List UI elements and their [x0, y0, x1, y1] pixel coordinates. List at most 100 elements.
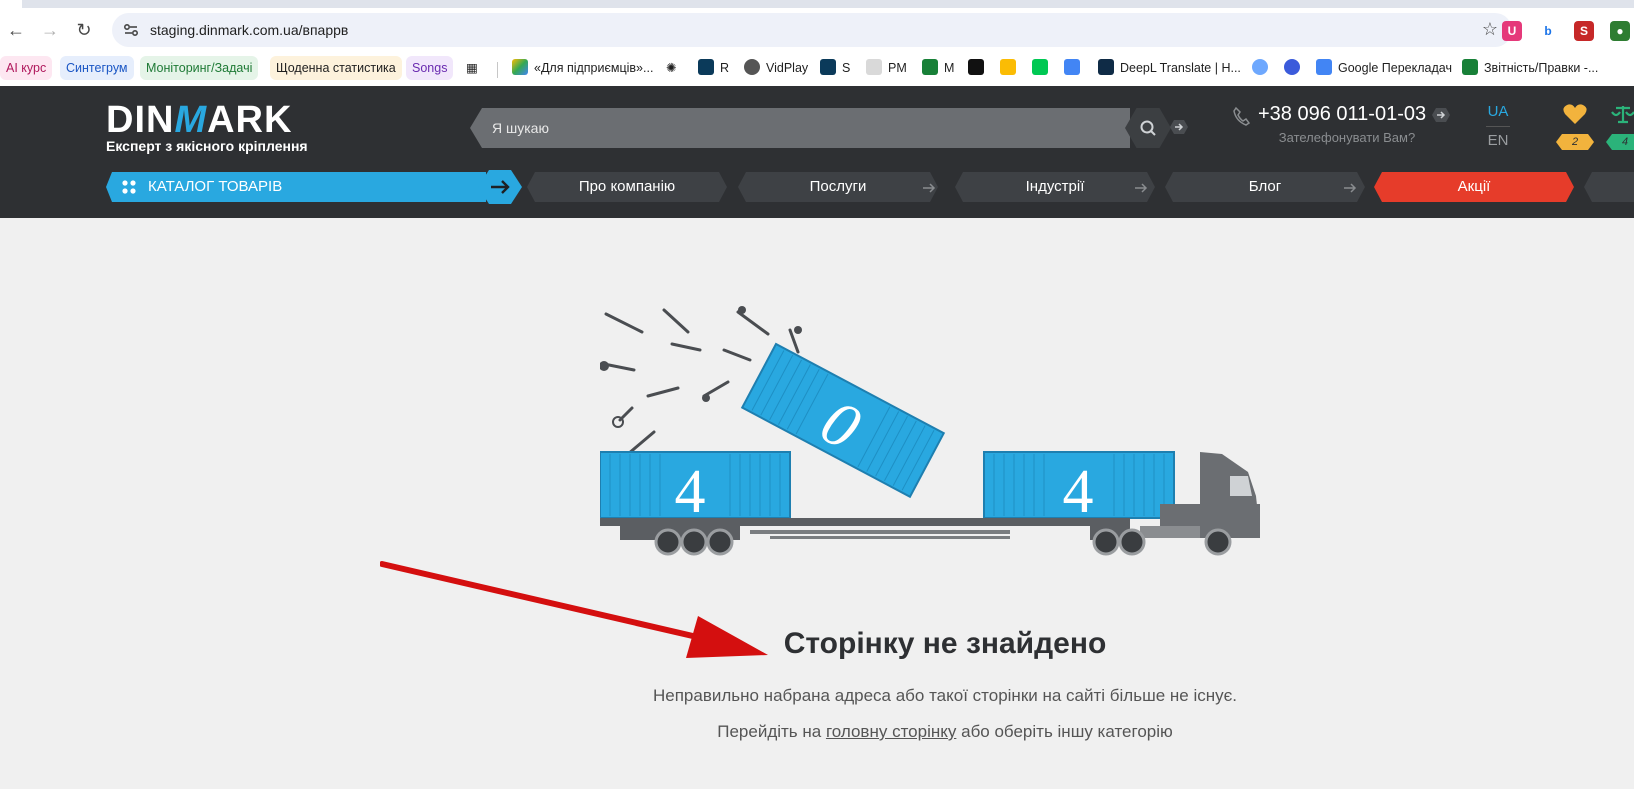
logo-wordmark: DINMARK	[106, 100, 316, 140]
bookmark-label: Google Перекладач	[1338, 61, 1452, 75]
nav-about[interactable]: Про компанію	[527, 172, 727, 202]
error-title: Сторінку не знайдено	[783, 627, 1107, 660]
bookmark-dark-icon[interactable]	[968, 56, 990, 80]
chatgpt-icon[interactable]: ✺	[666, 56, 676, 80]
phone-arrow-icon[interactable]	[1432, 106, 1450, 124]
home-page-link[interactable]: головну сторінку	[826, 722, 956, 741]
bookmark-r[interactable]: R	[698, 56, 729, 80]
bookmark-deepl[interactable]: DeepL Translate | H...	[1098, 56, 1241, 80]
nav-label: Послуги	[809, 178, 867, 195]
bookmark-voice[interactable]	[1284, 56, 1306, 80]
bookmark-google-translate[interactable]: Google Перекладач	[1316, 56, 1452, 80]
r-icon	[698, 59, 714, 75]
search-icon	[1140, 120, 1156, 136]
nav-services-arrow-icon[interactable]	[920, 179, 938, 197]
compare-scales-icon[interactable]	[1610, 104, 1634, 126]
nav-label: Про компанію	[578, 178, 676, 195]
nav-more[interactable]	[1584, 172, 1634, 202]
bookmark-songs[interactable]: Songs	[406, 56, 454, 80]
extension-record-icon[interactable]: ●	[1610, 21, 1630, 41]
nav-services[interactable]: Послуги	[738, 172, 938, 202]
pm-icon	[866, 59, 882, 75]
sheets-icon	[922, 59, 938, 75]
bookmark-label: Звітність/Правки -...	[1484, 61, 1599, 75]
search-button[interactable]	[1125, 108, 1171, 148]
browser-toolbar: ← → ↻ staging.dinmark.com.ua/впаррв ☆ U …	[0, 8, 1634, 52]
catalog-button[interactable]: КАТАЛОГ ТОВАРІВ	[106, 170, 522, 204]
catalog-label: КАТАЛОГ ТОВАРІВ	[148, 178, 283, 195]
lang-en[interactable]: EN	[1486, 131, 1510, 151]
play-icon	[1032, 59, 1048, 75]
phone-number[interactable]: +38 096 011-01-03	[1232, 102, 1442, 126]
logo[interactable]: DINMARK Експерт з якісного кріплення	[106, 100, 316, 154]
lang-ua[interactable]: UA	[1486, 102, 1510, 127]
bookmark-entrepreneurs[interactable]: «Для підприємців»...	[512, 56, 653, 80]
bookmark-daily-stats[interactable]: Щоденна статистика	[270, 56, 402, 80]
logo-part: DIN	[106, 99, 175, 141]
extension-s-icon[interactable]: S	[1574, 21, 1594, 41]
url-text: staging.dinmark.com.ua/впаррв	[150, 22, 349, 38]
back-icon[interactable]: ←	[4, 18, 28, 42]
bookmark-gemini[interactable]	[1252, 56, 1274, 80]
forward-icon[interactable]: →	[38, 18, 62, 42]
phone-icon	[1233, 106, 1250, 126]
favorites-count-badge: 2	[1556, 134, 1594, 150]
address-bar[interactable]: staging.dinmark.com.ua/впаррв ☆	[112, 13, 1512, 47]
nav-promotions[interactable]: Акції	[1374, 172, 1574, 202]
extension-b-icon[interactable]: b	[1538, 21, 1558, 41]
bookmark-label: AI курс	[6, 61, 47, 75]
gemini-icon	[1252, 59, 1268, 75]
search-input[interactable]	[470, 108, 1130, 148]
callback-link[interactable]: Зателефонувати Вам?	[1232, 130, 1442, 145]
bookmark-label: PM	[888, 61, 907, 75]
bookmark-syntegrum[interactable]: Синтегрум	[60, 56, 134, 80]
bookmark-monitoring[interactable]: Моніторинг/Задачі	[140, 56, 259, 80]
drive-icon	[512, 59, 528, 75]
nav-industries-arrow-icon[interactable]	[1132, 179, 1150, 197]
app-dark-icon	[968, 59, 984, 75]
favorites-heart-icon[interactable]	[1562, 102, 1588, 126]
site-header: DINMARK Експерт з якісного кріплення Я ш…	[0, 86, 1634, 218]
bookmark-label: «Для підприємців»...	[534, 61, 654, 75]
error-404-illustration: 4 0 4	[600, 306, 1260, 556]
bookmark-meet[interactable]	[1000, 56, 1022, 80]
search-bar: Я шукаю	[470, 108, 1188, 148]
bookmark-ai-course[interactable]: AI курс	[0, 56, 53, 80]
bookmark-label: Моніторинг/Задачі	[146, 61, 253, 75]
bookmark-m[interactable]: M	[922, 56, 954, 80]
language-switcher: UA EN	[1486, 102, 1510, 151]
nav-label: Акції	[1457, 178, 1491, 195]
bookmark-label: VidPlay	[766, 61, 809, 75]
active-tab[interactable]	[0, 0, 22, 8]
search-placeholder: Я шукаю	[492, 120, 549, 136]
apps-grid-icon[interactable]: ▦	[466, 56, 478, 80]
voice-icon	[1284, 59, 1300, 75]
extension-shield-icon[interactable]: U	[1502, 21, 1522, 41]
reload-icon[interactable]: ↻	[72, 18, 96, 42]
bookmark-label: Синтегрум	[66, 61, 128, 75]
nav-blog-arrow-icon[interactable]	[1341, 179, 1359, 197]
phone-block: +38 096 011-01-03 Зателефонувати Вам?	[1232, 102, 1450, 145]
catalog-grid-icon	[122, 180, 136, 194]
nav-industries[interactable]: Індустрії	[955, 172, 1155, 202]
bookmark-label: S	[842, 61, 851, 75]
bookmark-vidplay[interactable]: VidPlay	[744, 56, 808, 80]
logo-part: ARK	[207, 99, 293, 141]
site-info-icon[interactable]	[122, 21, 140, 39]
nav-blog[interactable]: Блог	[1165, 172, 1365, 202]
browser-tabstrip	[0, 0, 1634, 8]
bookmark-s[interactable]: S	[820, 56, 850, 80]
bookmark-reports[interactable]: Звітність/Правки -...	[1462, 56, 1598, 80]
bookmark-label: M	[944, 61, 955, 75]
bookmark-heart[interactable]	[1064, 56, 1086, 80]
meet-icon	[1000, 59, 1016, 75]
bookmark-pm[interactable]: PM	[866, 56, 907, 80]
bookmarks-bar: AI курс Синтегрум Моніторинг/Задачі Щоде…	[0, 52, 1634, 86]
bookmarks-separator	[497, 62, 498, 78]
bookmark-star-icon[interactable]: ☆	[1482, 19, 1498, 40]
heart-bookmark-icon	[1064, 59, 1080, 75]
nav-label: Індустрії	[1025, 178, 1085, 195]
globe-icon	[744, 59, 760, 75]
error-message: Неправильно набрана адреса або такої сто…	[652, 686, 1238, 705]
bookmark-play[interactable]	[1032, 56, 1054, 80]
